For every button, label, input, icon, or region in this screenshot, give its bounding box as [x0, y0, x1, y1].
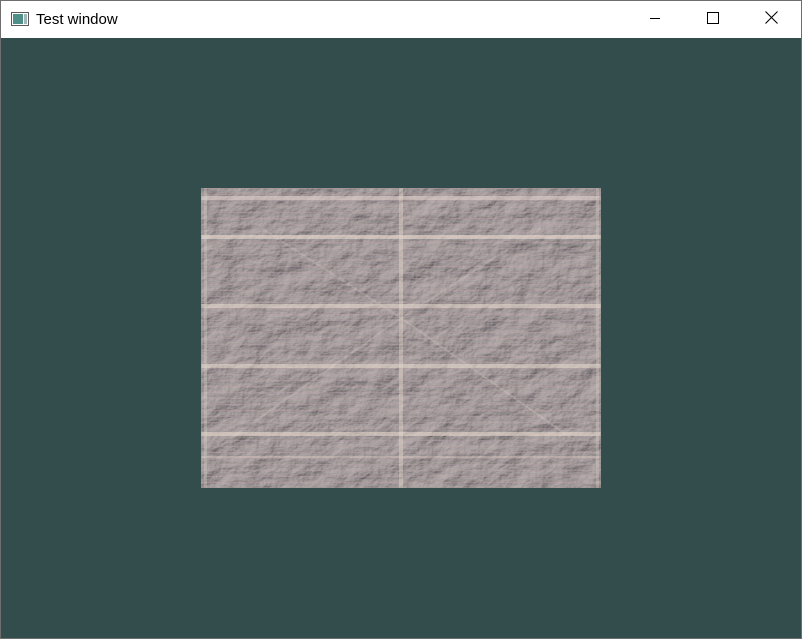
application-window: Test window	[0, 0, 802, 639]
app-window-icon	[11, 12, 29, 26]
maximize-icon	[707, 11, 719, 29]
window-title: Test window	[36, 11, 118, 28]
maximize-button[interactable]	[684, 1, 742, 38]
minimize-icon	[649, 11, 661, 29]
title-bar[interactable]: Test window	[1, 1, 801, 38]
close-icon	[764, 10, 778, 29]
minimize-button[interactable]	[626, 1, 684, 38]
rock-texture-quad	[201, 188, 601, 488]
close-button[interactable]	[742, 1, 800, 38]
render-viewport[interactable]	[1, 38, 801, 638]
